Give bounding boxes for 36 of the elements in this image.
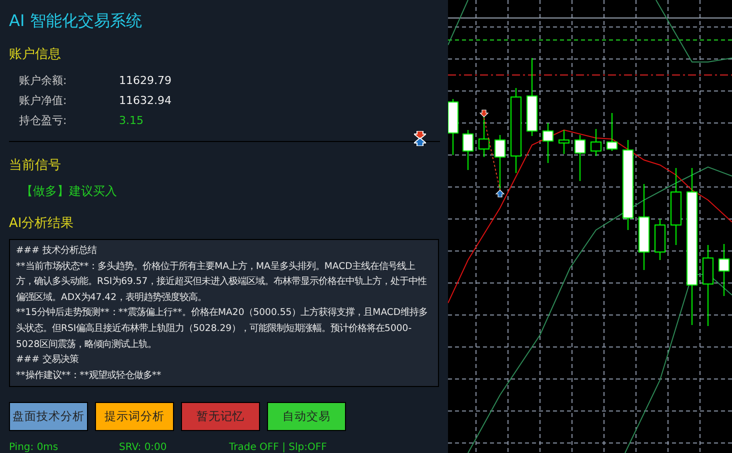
field-value: 11632.94 bbox=[119, 94, 172, 106]
down-arrow-icon bbox=[479, 110, 489, 118]
candlestick bbox=[448, 98, 458, 156]
candlestick bbox=[574, 134, 586, 182]
status-text: Trade OFF | Slp:OFF bbox=[229, 442, 327, 453]
action-button[interactable]: 盘面技术分析 bbox=[9, 402, 88, 432]
candlestick bbox=[606, 112, 618, 152]
action-button[interactable]: 自动交易 bbox=[267, 402, 346, 432]
candlestick bbox=[718, 244, 730, 296]
section-heading: 当前信号 bbox=[9, 157, 62, 175]
field-label: 持仓盈亏: bbox=[19, 112, 68, 128]
field-value: 3.15 bbox=[119, 114, 144, 126]
status-text: SRV: 0:00 bbox=[119, 442, 168, 453]
section-heading: AI分析结果 bbox=[9, 215, 75, 233]
up-arrow-icon bbox=[495, 190, 505, 198]
analysis-paragraph: **操作建议**：**观望或轻仓做多** bbox=[16, 368, 162, 383]
app-title: AI 智能化交易系统 bbox=[9, 10, 143, 32]
signal-text: 【做多】建议买入 bbox=[21, 183, 118, 200]
action-button[interactable]: 提示词分析 bbox=[95, 402, 174, 432]
candlestick bbox=[654, 218, 666, 260]
arrow-marker-icon bbox=[414, 131, 426, 146]
candlestick bbox=[558, 130, 570, 154]
band-line bbox=[448, 0, 468, 46]
status-text: Ping: 0ms bbox=[9, 442, 60, 453]
candlestick bbox=[590, 128, 602, 156]
section-heading: 账户信息 bbox=[9, 46, 62, 64]
analysis-paragraph: ### 交易决策 bbox=[16, 353, 80, 368]
candlestick bbox=[494, 134, 506, 190]
analysis-paragraph: **15分钟后走势预测**：**震荡偏上行**。价格在MA20（5000.55）上方获得支撑，且MACD维持多头状态。但RSI偏高且接近布林带上轨阻力（5028.29），可能限制短期涨幅。预计价格将在5000-5028区间震荡，略倾向测试上轨。 bbox=[16, 306, 429, 352]
analysis-paragraph: **当前市场状态**：多头趋势。价格位于所有主要MA上方，MA呈多头排列。MACD主线在信号线上方，确认多头动能。RSI为69.57，接近超买但未进入极端区域。布林带显示价格在中轨上方，处于中性偏强区域。ADX为47.42，表明趋势强度较高。 bbox=[16, 260, 428, 305]
candlestick bbox=[462, 130, 474, 170]
field-label: 账户余额: bbox=[19, 72, 68, 88]
field-label: 账户净值: bbox=[19, 92, 68, 108]
candlestick bbox=[542, 122, 554, 164]
analysis-paragraph: ### 技术分析总结 bbox=[16, 244, 98, 258]
field-value: 11629.79 bbox=[119, 74, 172, 86]
